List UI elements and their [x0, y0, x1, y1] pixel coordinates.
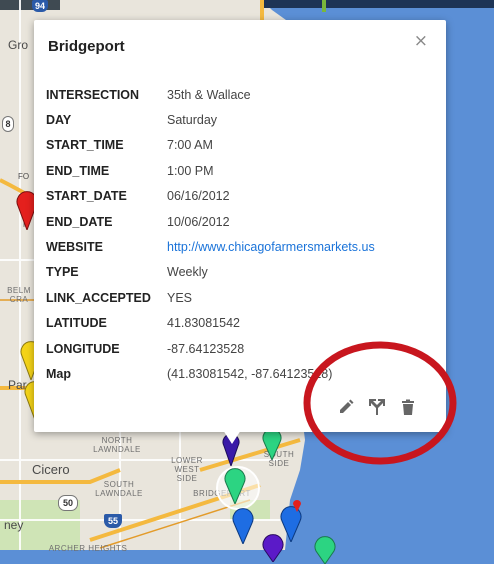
field-key: START_DATE: [46, 189, 127, 204]
attribute-table: INTERSECTION 35th & Wallace DAY Saturday S…: [46, 82, 375, 387]
map-label-archer-heights: ARCHER HEIGHTS: [48, 544, 128, 553]
map-label-ney: ney: [4, 518, 24, 532]
field-value: YES: [167, 290, 193, 305]
field-value: 1:00 PM: [167, 163, 214, 178]
table-row: LATITUDE 41.83081542: [46, 311, 375, 336]
field-value: Weekly: [167, 265, 208, 280]
field-value: 06/16/2012: [167, 189, 230, 204]
pencil-icon[interactable]: [338, 399, 354, 415]
table-row: START_TIME 7:00 AM: [46, 133, 375, 158]
table-row: DAY Saturday: [46, 107, 375, 132]
table-row: WEBSITE http://www.chicagofarmersmarkets.…: [46, 234, 375, 259]
map-label-north-lawndale: NORTH LAWNDALE: [93, 436, 141, 454]
close-icon[interactable]: ×: [414, 31, 428, 51]
field-value: 10/06/2012: [167, 214, 230, 229]
table-row: INTERSECTION 35th & Wallace: [46, 82, 375, 107]
field-value: Saturday: [167, 113, 218, 128]
map-pin-green-selected[interactable]: [224, 468, 246, 504]
map-label-fo: FO: [18, 172, 30, 181]
map-label-gro: Gro: [8, 38, 29, 52]
field-key: DAY: [46, 113, 72, 128]
map-label-belm-cra: BELM CRA: [7, 286, 31, 304]
website-link[interactable]: http://www.chicagofarmersmarkets.us: [167, 240, 375, 254]
field-key: TYPE: [46, 265, 79, 280]
field-value: 7:00 AM: [167, 138, 213, 153]
table-row: Map (41.83081542, -87.64123528): [46, 361, 375, 386]
table-row: END_DATE 10/06/2012: [46, 209, 375, 234]
field-key: WEBSITE: [46, 240, 103, 255]
table-row: END_TIME 1:00 PM: [46, 158, 375, 183]
field-key: INTERSECTION: [46, 87, 140, 102]
table-row: START_DATE 06/16/2012: [46, 184, 375, 209]
map-pin-green[interactable]: [314, 536, 336, 564]
trash-icon[interactable]: [400, 399, 416, 415]
field-key: END_TIME: [46, 163, 110, 178]
field-key: LATITUDE: [46, 316, 107, 331]
map-pin-red[interactable]: [292, 498, 302, 512]
field-value: (41.83081542, -87.64123528): [167, 366, 333, 381]
split-icon[interactable]: [369, 399, 385, 415]
field-key: LINK_ACCEPTED: [46, 290, 151, 305]
highway-shield-94: 94: [32, 0, 48, 12]
field-value: http://www.chicagofarmersmarkets.us: [167, 234, 375, 259]
highway-shield-55: 55: [104, 514, 122, 528]
field-value: 41.83081542: [167, 316, 240, 331]
field-key: Map: [46, 366, 71, 381]
field-value: 35th & Wallace: [167, 87, 251, 102]
map-label-south-lawndale: SOUTH LAWNDALE: [95, 480, 143, 498]
table-row: TYPE Weekly: [46, 260, 375, 285]
map-pin-blue[interactable]: [232, 508, 254, 544]
field-value: -87.64123528: [167, 341, 245, 356]
map-pin-purple[interactable]: [262, 534, 284, 562]
highway-shield-8: 8: [2, 116, 14, 132]
info-window-pointer: [223, 430, 241, 444]
info-window-title: Bridgeport: [48, 38, 125, 55]
field-key: LONGITUDE: [46, 341, 120, 356]
map-pin-green[interactable]: [262, 428, 282, 460]
info-window: Bridgeport × INTERSECTION 35th & Wallace …: [34, 20, 446, 432]
field-key: START_TIME: [46, 138, 124, 153]
field-key: END_DATE: [46, 214, 113, 229]
table-row: LONGITUDE -87.64123528: [46, 336, 375, 361]
table-row: LINK_ACCEPTED YES: [46, 285, 375, 310]
highway-shield-50: 50: [58, 495, 78, 511]
feature-actions: [338, 399, 416, 415]
map-label-cicero: Cicero: [32, 462, 70, 477]
map-label-lower-west-side: LOWER WEST SIDE: [171, 456, 203, 483]
